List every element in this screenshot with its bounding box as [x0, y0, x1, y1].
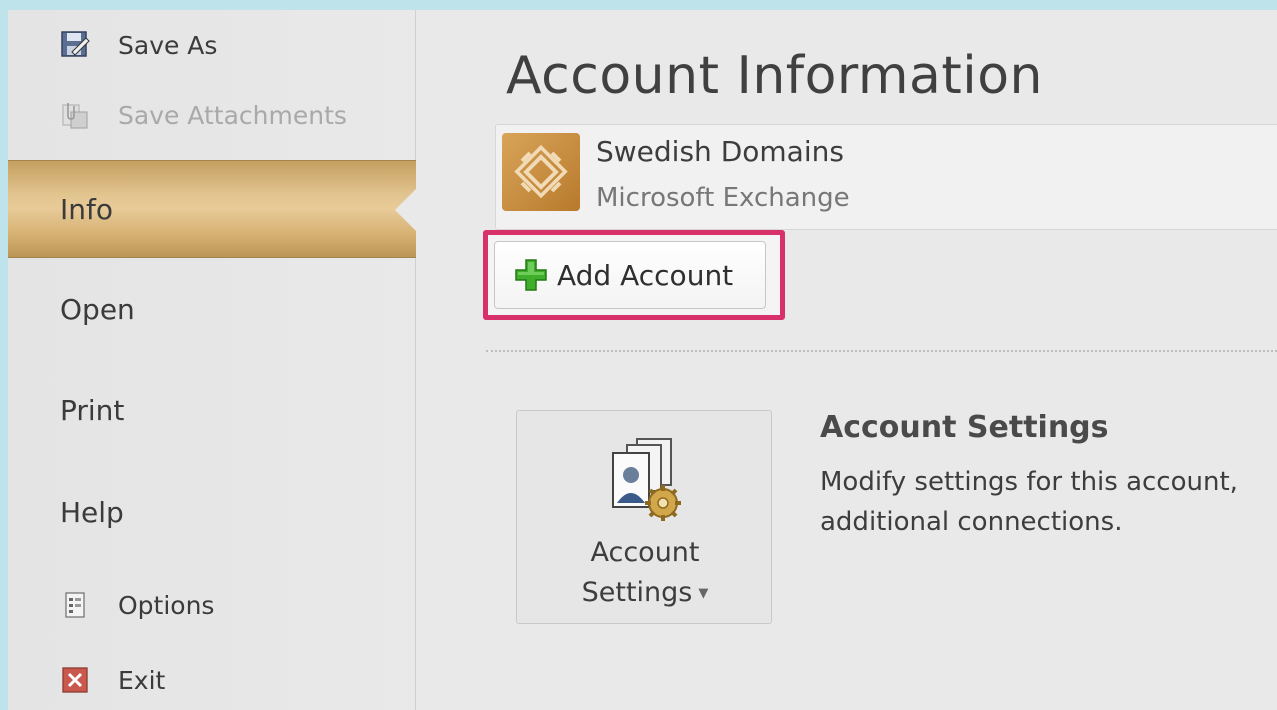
options-command[interactable]: Options	[60, 590, 214, 620]
account-name: Swedish Domains	[596, 135, 844, 168]
tab-info-label: Info	[60, 193, 113, 226]
add-account-button[interactable]: Add Account	[494, 241, 766, 309]
add-account-label: Add Account	[557, 258, 734, 292]
options-icon	[60, 590, 90, 620]
save-as-label: Save As	[118, 30, 218, 60]
save-as-command[interactable]: Save As	[60, 30, 217, 60]
account-settings-label-line2: Settings	[581, 577, 693, 608]
save-attachments-label: Save Attachments	[118, 100, 347, 130]
tab-help[interactable]: Help	[60, 496, 124, 529]
tab-help-label: Help	[60, 496, 124, 529]
account-settings-heading: Account Settings	[820, 410, 1109, 445]
account-settings-desc-line2: additional connections.	[820, 507, 1123, 537]
save-attachments-icon	[60, 100, 90, 130]
exit-label: Exit	[118, 665, 166, 695]
selected-tab-pointer	[395, 188, 417, 232]
dropdown-arrow-icon: ▼	[698, 585, 709, 601]
tab-print[interactable]: Print	[60, 394, 124, 427]
account-settings-label-line1: Account	[590, 537, 700, 568]
tab-print-label: Print	[60, 394, 125, 427]
tab-info[interactable]: Info	[8, 160, 417, 258]
exchange-icon	[502, 133, 580, 211]
backstage-sidebar: Save As Save Attachments Info Open Print…	[8, 10, 417, 710]
save-as-icon	[60, 30, 90, 60]
section-divider	[486, 350, 1277, 352]
tab-open[interactable]: Open	[60, 293, 135, 326]
account-selector[interactable]: Swedish Domains Microsoft Exchange	[495, 124, 1277, 230]
options-label: Options	[118, 590, 215, 620]
account-settings-button-label: Account Settings ▼	[517, 533, 773, 614]
account-type: Microsoft Exchange	[596, 183, 850, 213]
save-attachments-command[interactable]: Save Attachments	[60, 100, 347, 130]
page-title: Account Information	[506, 46, 1043, 106]
plus-icon	[513, 257, 549, 293]
account-settings-label-line2-wrap: Settings ▼	[517, 573, 773, 614]
account-settings-button[interactable]: Account Settings ▼	[516, 410, 772, 624]
tab-open-label: Open	[60, 293, 135, 326]
account-settings-description: Modify settings for this account, additi…	[820, 462, 1238, 542]
account-settings-icon	[597, 433, 693, 529]
account-settings-desc-line1: Modify settings for this account,	[820, 467, 1238, 497]
exit-icon	[60, 665, 90, 695]
exit-command[interactable]: Exit	[60, 665, 165, 695]
backstage-view: Save As Save Attachments Info Open Print…	[8, 10, 1277, 710]
